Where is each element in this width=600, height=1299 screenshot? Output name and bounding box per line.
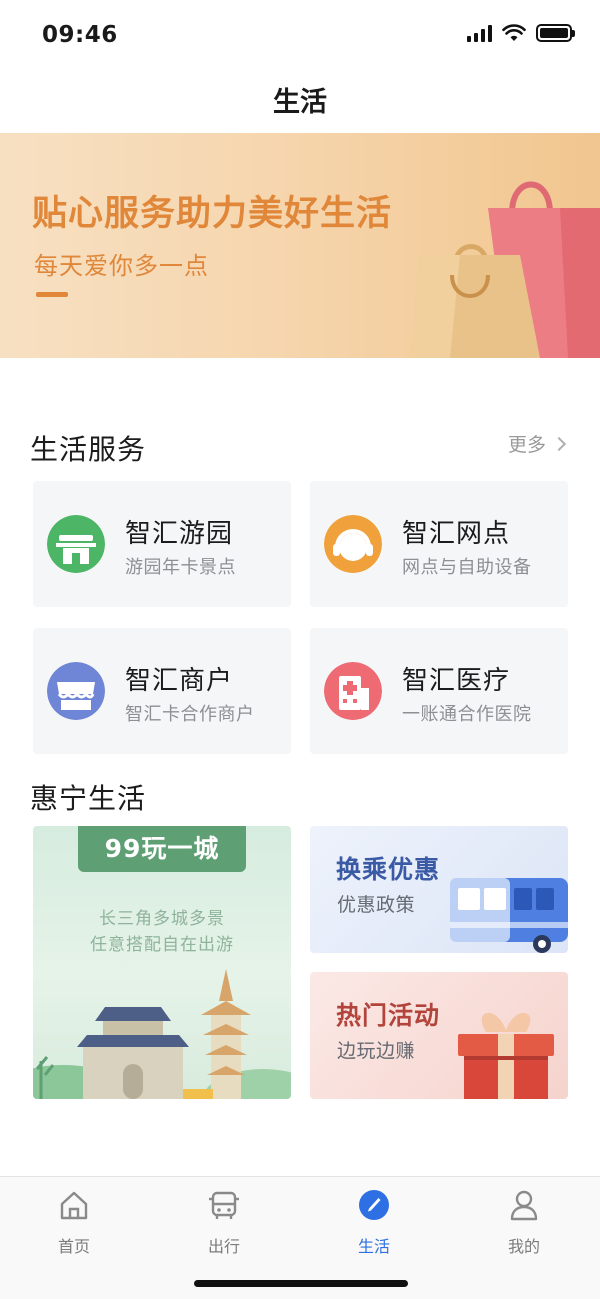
service-desc: 网点与自助设备	[402, 557, 532, 578]
gift-box-illustration	[458, 1012, 554, 1099]
promo-card-transfer[interactable]: 换乘优惠 优惠政策	[310, 826, 568, 953]
wifi-icon	[502, 24, 526, 41]
headset-icon	[324, 515, 382, 573]
service-desc: 一账通合作医院	[402, 704, 532, 725]
shopping-bags-illustration	[410, 181, 600, 358]
hospital-icon	[324, 662, 382, 720]
feature-tag: 99玩一城	[78, 826, 246, 872]
promo-card-activities[interactable]: 热门活动 边玩边赚	[310, 972, 568, 1099]
user-icon	[510, 1190, 538, 1221]
service-name: 智汇医疗	[402, 666, 511, 696]
tab-label: 我的	[507, 1237, 540, 1256]
service-desc: 智汇卡合作商户	[125, 704, 255, 725]
service-name: 智汇游园	[125, 519, 234, 549]
chevron-right-icon	[551, 436, 567, 451]
banner-divider	[36, 292, 68, 297]
service-card-park[interactable]: 智汇游园 游园年卡景点	[33, 481, 291, 607]
bus-illustration	[450, 878, 568, 953]
battery-icon	[536, 24, 575, 42]
section-title-huining: 惠宁生活	[30, 782, 147, 815]
service-desc: 游园年卡景点	[125, 557, 236, 578]
status-icons	[467, 24, 575, 42]
banner-subtitle: 每天爱你多一点	[34, 252, 209, 280]
service-card-medical[interactable]: 智汇医疗 一账通合作医院	[310, 628, 568, 754]
promo-banner[interactable]: 贴心服务助力美好生活 每天爱你多一点	[0, 133, 600, 358]
park-gate-icon	[47, 515, 105, 573]
section-title-life-services: 生活服务	[30, 433, 147, 466]
more-link[interactable]: 更多	[507, 430, 567, 457]
signal-icon	[467, 24, 492, 42]
service-card-outlets[interactable]: 智汇网点 网点与自助设备	[310, 481, 568, 607]
banner-title: 贴心服务助力美好生活	[32, 194, 393, 234]
service-name: 智汇商户	[125, 666, 234, 696]
service-card-merchants[interactable]: 智汇商户 智汇卡合作商户	[33, 628, 291, 754]
city-landmarks-illustration	[33, 969, 291, 1099]
promo-title: 换乘优惠	[336, 855, 441, 884]
promo-title: 热门活动	[336, 1001, 441, 1030]
status-bar: 09:46	[0, 0, 600, 70]
page-title: 生活	[273, 87, 327, 118]
promo-subtitle: 优惠政策	[337, 894, 416, 916]
tab-life[interactable]: 生活	[324, 1189, 424, 1257]
tab-mine[interactable]: 我的	[474, 1189, 574, 1257]
home-icon	[60, 1191, 88, 1220]
shop-awning-icon	[47, 662, 105, 720]
feature-card-99-city[interactable]: 99玩一城 长三角多城多景 任意搭配自在出游	[33, 826, 291, 1099]
life-page: 09:46 生活 贴心服务助力美好生活 每天爱你多一点 生活服务 更多 智汇游园…	[0, 0, 600, 1299]
compass-icon	[359, 1190, 389, 1220]
status-time: 09:46	[42, 22, 118, 48]
more-label: 更多	[507, 434, 546, 456]
promo-subtitle: 边玩边赚	[337, 1040, 416, 1062]
service-name: 智汇网点	[402, 519, 511, 549]
tab-label: 首页	[57, 1237, 90, 1256]
home-indicator	[194, 1280, 408, 1287]
tab-travel[interactable]: 出行	[174, 1189, 274, 1257]
tab-home[interactable]: 首页	[24, 1189, 124, 1257]
feature-line-1: 长三角多城多景	[99, 909, 225, 929]
bus-icon	[209, 1191, 239, 1219]
tab-label: 生活	[357, 1237, 390, 1256]
tab-label: 出行	[207, 1237, 240, 1256]
